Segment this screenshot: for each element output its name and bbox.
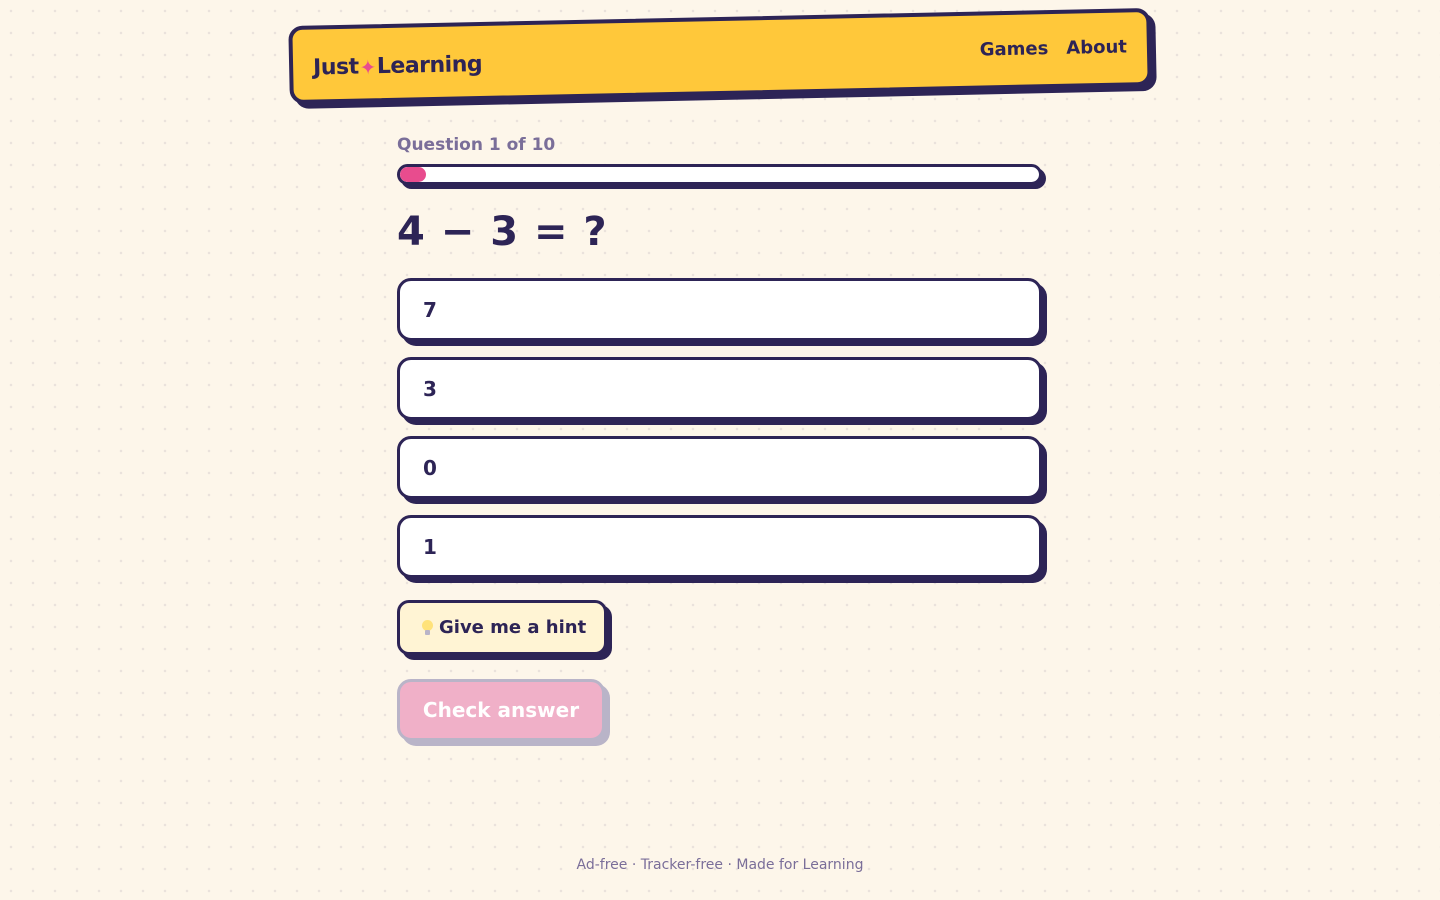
question-text: 4 − 3 = ? xyxy=(397,209,608,255)
check-answer-button[interactable]: Check answer xyxy=(397,679,605,741)
answer-option[interactable]: 3 xyxy=(397,357,1042,420)
answer-option-label: 0 xyxy=(423,455,437,480)
quiz-panel: Question 1 of 10 4 − 3 = ? 7 3 0 1 Give … xyxy=(397,128,1045,741)
answer-option-label: 1 xyxy=(423,534,437,559)
logo-text-just: Just xyxy=(312,54,359,81)
answer-option[interactable]: 1 xyxy=(397,515,1042,578)
question-counter: Question 1 of 10 xyxy=(397,135,556,155)
main-nav: Games About xyxy=(979,36,1127,60)
answer-option[interactable]: 7 xyxy=(397,278,1042,341)
quiz-progress-bar xyxy=(397,164,1042,185)
logo-text-learning: Learning xyxy=(376,51,483,80)
answer-option[interactable]: 0 xyxy=(397,436,1042,499)
nav-link-games[interactable]: Games xyxy=(979,38,1048,60)
sparkle-icon: ✦ xyxy=(359,54,377,80)
answer-options: 7 3 0 1 xyxy=(397,278,1045,578)
answer-option-label: 3 xyxy=(423,376,437,401)
check-answer-label: Check answer xyxy=(422,698,580,722)
nav-link-about[interactable]: About xyxy=(1066,36,1127,58)
footer-tagline: Ad-free · Tracker-free · Made for Learni… xyxy=(576,857,864,873)
site-footer: Ad-free · Tracker-free · Made for Learni… xyxy=(0,857,1440,873)
answer-option-label: 7 xyxy=(423,297,437,322)
site-logo[interactable]: Just ✦ Learning xyxy=(313,52,482,81)
quiz-progress-fill xyxy=(400,167,426,182)
hint-button-label: Give me a hint xyxy=(439,617,587,638)
lightbulb-icon xyxy=(420,619,435,636)
site-header: Just ✦ Learning Games About xyxy=(288,7,1152,105)
hint-button[interactable]: Give me a hint xyxy=(397,600,608,655)
